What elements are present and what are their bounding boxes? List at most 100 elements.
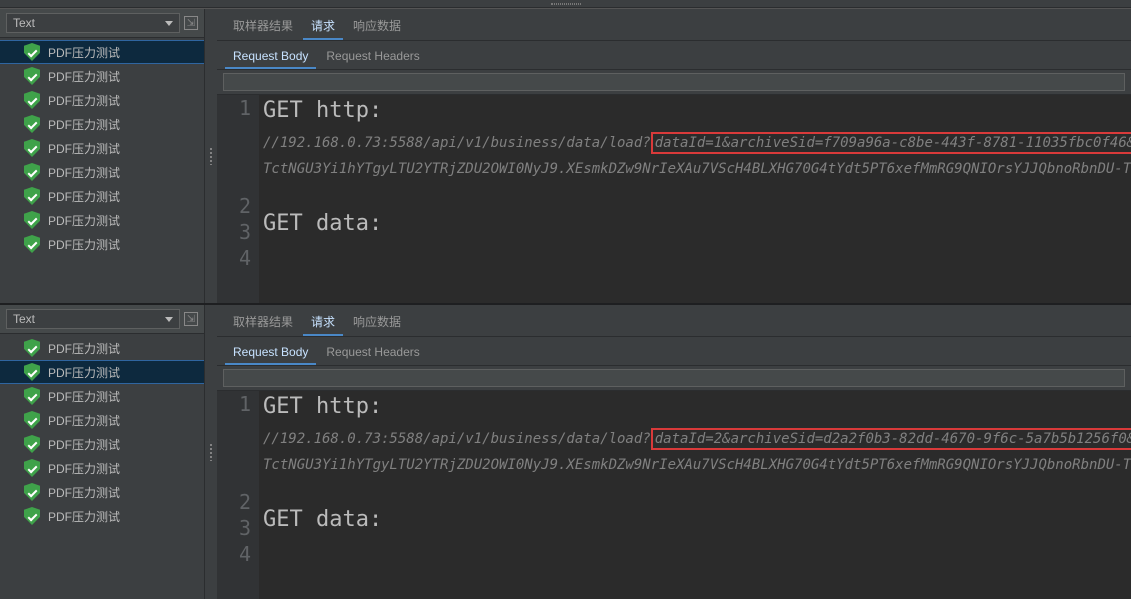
tree-item-label: PDF压力测试: [48, 116, 120, 133]
search-input[interactable]: [223, 369, 1125, 387]
editor-2[interactable]: 1 2 3 4 GET http: //192.168.0.73:5588/ap…: [217, 391, 1131, 599]
content-2: 取样器结果请求响应数据 Request BodyRequest Headers …: [217, 305, 1131, 599]
vertical-splitter[interactable]: [205, 9, 217, 303]
tab[interactable]: 响应数据: [345, 309, 409, 336]
pane-2: Text ⇲ PDF压力测试PDF压力测试PDF压力测试PDF压力测试PDF压力…: [0, 303, 1131, 599]
shield-check-icon: [24, 115, 40, 133]
tree-item[interactable]: PDF压力测试: [0, 232, 204, 256]
filter-label: Text: [13, 312, 35, 326]
vertical-splitter[interactable]: [205, 305, 217, 599]
code-line-1: GET http:: [263, 97, 1127, 126]
tree-item[interactable]: PDF压力测试: [0, 184, 204, 208]
filter-select[interactable]: Text: [6, 13, 180, 33]
shield-check-icon: [24, 163, 40, 181]
search-row: [217, 366, 1131, 391]
code-line-3: GET data:: [263, 210, 1127, 239]
collapse-icon[interactable]: ⇲: [184, 16, 198, 30]
tree-item[interactable]: PDF压力测试: [0, 384, 204, 408]
gutter: 1 2 3 4: [217, 391, 259, 599]
code-url: //192.168.0.73:5588/api/v1/business/data…: [263, 132, 1127, 154]
tab[interactable]: 请求: [303, 13, 343, 40]
tab[interactable]: 响应数据: [345, 13, 409, 40]
highlight-box: dataId=2&archiveSid=d2a2f0b3-82dd-4670-9…: [651, 428, 1131, 450]
shield-check-icon: [24, 91, 40, 109]
tabs-2: 取样器结果请求响应数据: [217, 305, 1131, 337]
chevron-down-icon: [165, 317, 173, 322]
sidebar-2: Text ⇲ PDF压力测试PDF压力测试PDF压力测试PDF压力测试PDF压力…: [0, 305, 205, 599]
code: GET http: //192.168.0.73:5588/api/v1/bus…: [259, 95, 1131, 303]
subtabs-2: Request BodyRequest Headers: [217, 337, 1131, 366]
shield-check-icon: [24, 211, 40, 229]
shield-check-icon: [24, 387, 40, 405]
code-line-1: GET http:: [263, 393, 1127, 422]
tree-item-label: PDF压力测试: [48, 364, 120, 381]
content-1: 取样器结果请求响应数据 Request BodyRequest Headers …: [217, 9, 1131, 303]
shield-check-icon: [24, 187, 40, 205]
shield-check-icon: [24, 483, 40, 501]
shield-check-icon: [24, 235, 40, 253]
filter-row: Text ⇲: [0, 9, 204, 38]
tab[interactable]: 取样器结果: [225, 13, 301, 40]
tab[interactable]: Request Headers: [318, 341, 427, 365]
shield-check-icon: [24, 459, 40, 477]
tree-item-label: PDF压力测试: [48, 508, 120, 525]
split-handle-top[interactable]: [0, 0, 1131, 8]
code-url: //192.168.0.73:5588/api/v1/business/data…: [263, 428, 1127, 450]
tree-item[interactable]: PDF压力测试: [0, 88, 204, 112]
tree-item-label: PDF压力测试: [48, 388, 120, 405]
chevron-down-icon: [165, 21, 173, 26]
tree-item-label: PDF压力测试: [48, 68, 120, 85]
result-tree-2[interactable]: PDF压力测试 PDF压力测试 PDF压力测试 PDF压力测试 PDF压力测试 PDF压力…: [0, 334, 204, 599]
sidebar-1: Text ⇲ PDF压力测试PDF压力测试PDF压力测试PDF压力测试PDF压力…: [0, 9, 205, 303]
tree-item[interactable]: PDF压力测试: [0, 456, 204, 480]
tree-item[interactable]: PDF压力测试: [0, 112, 204, 136]
shield-check-icon: [24, 67, 40, 85]
collapse-icon[interactable]: ⇲: [184, 312, 198, 326]
tree-item-label: PDF压力测试: [48, 212, 120, 229]
search-input[interactable]: [223, 73, 1125, 91]
tree-item[interactable]: PDF压力测试: [0, 208, 204, 232]
tree-item-label: PDF压力测试: [48, 164, 120, 181]
tree-item-label: PDF压力测试: [48, 484, 120, 501]
tree-item-label: PDF压力测试: [48, 188, 120, 205]
tree-item-label: PDF压力测试: [48, 340, 120, 357]
editor-1[interactable]: 1 2 3 4 GET http: //192.168.0.73:5588/ap…: [217, 95, 1131, 303]
result-tree-1[interactable]: PDF压力测试 PDF压力测试 PDF压力测试 PDF压力测试 PDF压力测试 PDF压力…: [0, 38, 204, 303]
subtabs-1: Request BodyRequest Headers: [217, 41, 1131, 70]
tree-item-label: PDF压力测试: [48, 44, 120, 61]
tab[interactable]: 取样器结果: [225, 309, 301, 336]
highlight-box: dataId=1&archiveSid=f709a96a-c8be-443f-8…: [651, 132, 1131, 154]
tree-item[interactable]: PDF压力测试: [0, 432, 204, 456]
tree-item[interactable]: PDF压力测试: [0, 64, 204, 88]
shield-check-icon: [24, 339, 40, 357]
tab[interactable]: Request Headers: [318, 45, 427, 69]
filter-select[interactable]: Text: [6, 309, 180, 329]
tree-item-label: PDF压力测试: [48, 436, 120, 453]
search-row: [217, 70, 1131, 95]
tree-item[interactable]: PDF压力测试: [0, 160, 204, 184]
pane-1: Text ⇲ PDF压力测试PDF压力测试PDF压力测试PDF压力测试PDF压力…: [0, 8, 1131, 303]
tree-item[interactable]: PDF压力测试: [0, 504, 204, 528]
tree-item-label: PDF压力测试: [48, 236, 120, 253]
shield-check-icon: [24, 139, 40, 157]
tree-item-label: PDF压力测试: [48, 412, 120, 429]
tab[interactable]: Request Body: [225, 45, 316, 69]
shield-check-icon: [24, 411, 40, 429]
tree-item-label: PDF压力测试: [48, 460, 120, 477]
code: GET http: //192.168.0.73:5588/api/v1/bus…: [259, 391, 1131, 599]
tree-item[interactable]: PDF压力测试: [0, 40, 204, 64]
gutter: 1 2 3 4: [217, 95, 259, 303]
code-line-3: GET data:: [263, 506, 1127, 535]
tree-item[interactable]: PDF压力测试: [0, 480, 204, 504]
tab[interactable]: 请求: [303, 309, 343, 336]
filter-row: Text ⇲: [0, 305, 204, 334]
tree-item[interactable]: PDF压力测试: [0, 408, 204, 432]
tree-item-label: PDF压力测试: [48, 92, 120, 109]
tree-item[interactable]: PDF压力测试: [0, 360, 204, 384]
shield-check-icon: [24, 43, 40, 61]
tab[interactable]: Request Body: [225, 341, 316, 365]
tree-item[interactable]: PDF压力测试: [0, 336, 204, 360]
tree-item-label: PDF压力测试: [48, 140, 120, 157]
tree-item[interactable]: PDF压力测试: [0, 136, 204, 160]
shield-check-icon: [24, 363, 40, 381]
